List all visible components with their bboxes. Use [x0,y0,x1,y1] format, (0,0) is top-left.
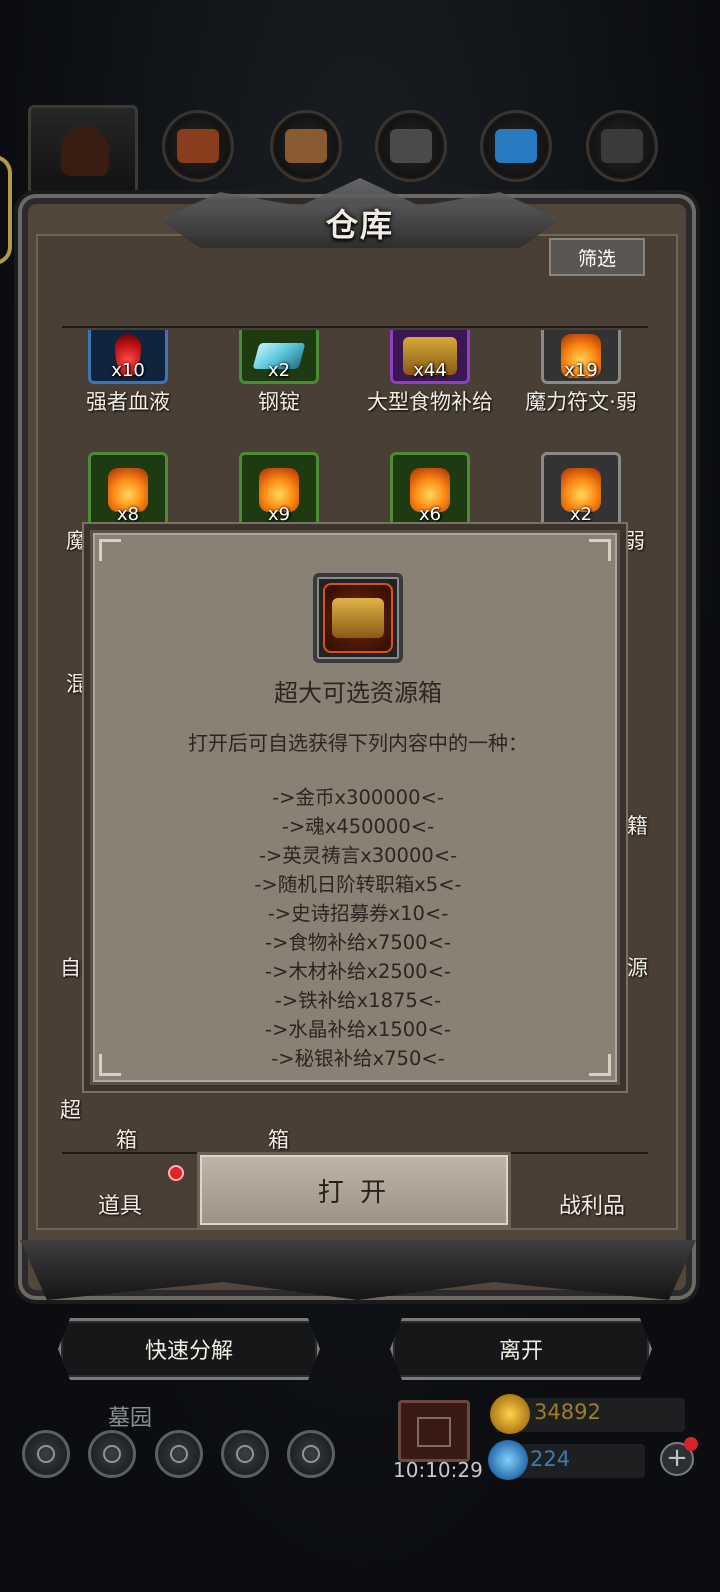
wood-icon [285,129,327,163]
mithril-icon [601,129,643,163]
partial-item-label: 弱 [624,529,645,553]
item-icon-frame: x2 [239,330,319,384]
mail-icon [236,1445,254,1463]
notification-dot [684,1437,698,1451]
item-count: x8 [116,504,140,525]
iron-icon [390,129,432,163]
menu-button-4[interactable] [221,1430,269,1478]
resource-slot-mithril[interactable] [586,110,658,182]
emblem-icon [103,1445,121,1463]
item-detail-popup: 超大可选资源箱 打开后可自选获得下列内容中的一种： ->金币x300000<- … [90,530,620,1085]
inventory-item[interactable]: x19 魔力符文·弱 [501,330,661,416]
partial-item-label: 箱 [268,1128,289,1152]
item-count: x2 [569,504,593,525]
inventory-item[interactable]: x9 [199,452,359,528]
menu-button-5[interactable] [287,1430,335,1478]
hero-icon [61,126,109,176]
resource-slot-crystal[interactable] [480,110,552,182]
hero-portrait-icon [170,1445,188,1463]
item-icon-frame: x9 [239,452,319,528]
popup-options-list: ->金币x300000<- ->魂x450000<- ->英灵祷言x30000<… [93,783,623,1073]
inventory-item[interactable]: x10 强者血液 [48,330,208,416]
item-count: x44 [413,360,447,381]
item-icon-frame: x8 [88,452,168,528]
option-line: ->铁补给x1875<- [274,989,442,1012]
rune-circle-icon [302,1445,320,1463]
gem-value: 224 [530,1447,571,1471]
filter-button[interactable]: 筛选 [549,238,645,276]
option-line: ->木材补给x2500<- [265,960,451,983]
popup-corner [589,539,611,561]
menu-button-2[interactable] [88,1430,136,1478]
partial-item-label: 超 [60,1098,81,1122]
crystal-icon [495,129,537,163]
food-icon [177,129,219,163]
tab-items[interactable]: 道具 [70,1188,170,1220]
popup-item-title: 超大可选资源箱 [274,679,442,707]
partial-item-label: 自 [60,956,81,980]
gift-timer: 10:10:29 [393,1458,483,1482]
inventory-item[interactable]: x44 大型食物补给 [350,330,510,416]
resource-slot-hero[interactable] [28,105,138,195]
item-icon-frame: x2 [541,452,621,528]
inventory-item[interactable]: x6 [350,452,510,528]
header-divider [62,326,648,328]
open-button[interactable]: 打 开 [197,1152,511,1228]
gold-coin-icon [490,1394,530,1434]
option-line: ->随机日阶转职箱x5<- [254,873,462,896]
partial-item-label: 箱 [116,1128,137,1152]
item-icon-frame: x19 [541,330,621,384]
item-label: 强者血液 [86,390,170,414]
popup-item-icon [313,573,403,663]
partial-item-label: 源 [627,956,648,980]
gift-icon [417,1417,451,1447]
resource-slot-food[interactable] [162,110,234,182]
option-line: ->金币x300000<- [272,786,444,809]
inventory-item[interactable]: x8 [48,452,208,528]
option-line: ->食物补给x7500<- [265,931,451,954]
item-count: x10 [111,360,145,381]
menu-button-1[interactable] [22,1430,70,1478]
item-count: x2 [267,360,291,381]
treasure-chest-icon [332,598,384,638]
partial-item-label: 魔 [66,529,87,553]
item-icon-frame: x6 [390,452,470,528]
notification-dot [168,1165,184,1181]
resource-slot-wood[interactable] [270,110,342,182]
leave-button[interactable]: 离开 [390,1318,652,1380]
partial-item-label: 混 [66,672,87,696]
gold-value: 34892 [534,1400,601,1424]
inventory-item[interactable]: x2 [501,452,661,528]
item-icon-frame: x10 [88,330,168,384]
gear-icon [37,1445,55,1463]
item-label: 大型食物补给 [367,390,493,414]
panel-bottom-ornament [20,1240,696,1300]
item-count: x6 [418,504,442,525]
item-label: 魔力符文·弱 [525,390,637,414]
item-count: x19 [564,360,598,381]
menu-button-3[interactable] [155,1430,203,1478]
tab-loot[interactable]: 战利品 [540,1188,644,1220]
quick-decompose-button[interactable]: 快速分解 [58,1318,320,1380]
popup-description: 打开后可自选获得下列内容中的一种： [188,731,528,755]
item-count: x9 [267,504,291,525]
item-label: 钢锭 [258,390,300,414]
option-line: ->史诗招募券x10<- [267,902,449,925]
popup-corner [99,539,121,561]
resource-slot-iron[interactable] [375,110,447,182]
gift-button[interactable] [398,1400,470,1462]
option-line: ->水晶补给x1500<- [265,1018,451,1041]
area-name: 墓园 [108,1406,153,1431]
item-icon-frame: x44 [390,330,470,384]
option-line: ->魂x450000<- [281,815,435,838]
option-line: ->秘银补给x750<- [271,1047,445,1070]
gem-icon [488,1440,528,1480]
inventory-item[interactable]: x2 钢锭 [199,330,359,416]
partial-item-label: 籍 [627,814,648,838]
chest-icon-frame [323,583,393,653]
option-line: ->英灵祷言x30000<- [258,844,458,867]
